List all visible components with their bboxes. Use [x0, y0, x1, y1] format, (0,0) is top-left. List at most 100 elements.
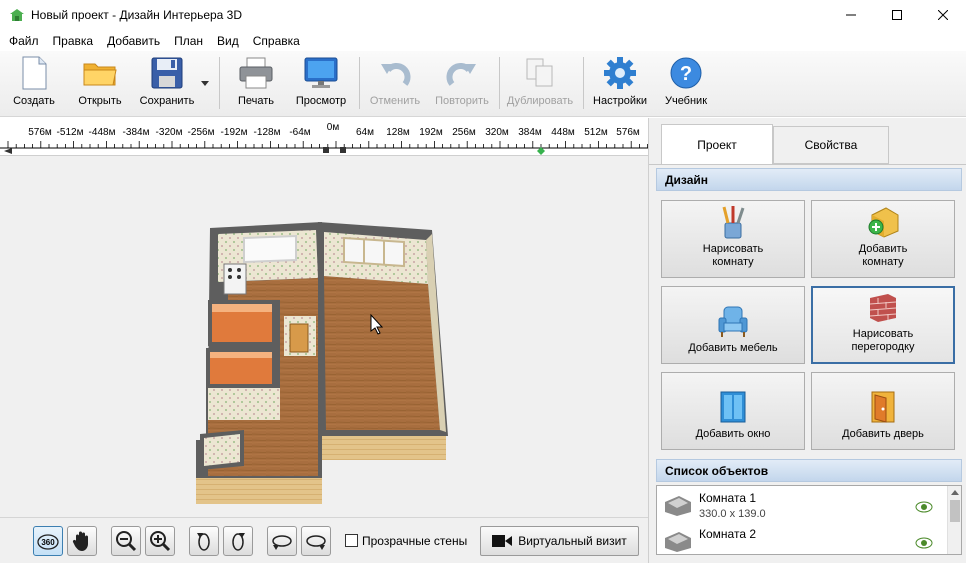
draw-partition-button[interactable]: Нарисовать перегородку: [811, 286, 955, 364]
ruler-label: -256м: [187, 127, 215, 138]
ruler-label: 576м: [616, 127, 640, 138]
undo-button[interactable]: Отменить: [366, 55, 424, 113]
rotate-360-button[interactable]: 360: [33, 526, 63, 556]
menu-edit[interactable]: Правка: [46, 34, 101, 48]
list-item[interactable]: Комната 1 330.0 x 139.0: [657, 486, 947, 526]
duplicate-label: Дублировать: [506, 95, 574, 107]
create-button[interactable]: Создать: [8, 55, 60, 113]
transparent-walls-checkbox[interactable]: [345, 534, 358, 547]
chevron-down-icon: [201, 81, 209, 86]
zoom-in-button[interactable]: [145, 526, 175, 556]
close-icon: [938, 10, 948, 20]
ruler-label: 256м: [452, 127, 476, 138]
zoom-out-button[interactable]: [111, 526, 141, 556]
ruler-label: 128м: [386, 127, 410, 138]
object-size: 330.0 x 139.0: [699, 508, 766, 520]
ruler-label: -192м: [220, 127, 248, 138]
tab-properties-label: Свойства: [804, 138, 858, 152]
tilt-down-icon: [306, 535, 326, 550]
tutorial-button[interactable]: ? Учебник: [660, 55, 712, 113]
menu-plan[interactable]: План: [167, 34, 210, 48]
minimize-button[interactable]: [828, 0, 874, 30]
menu-add[interactable]: Добавить: [100, 34, 167, 48]
scroll-up-icon[interactable]: [949, 488, 961, 498]
ruler-label: 192м: [419, 127, 443, 138]
redo-label: Повторить: [435, 95, 489, 107]
room-icon: [665, 496, 691, 516]
tab-divider: [649, 164, 966, 165]
ruler-label: 512м: [584, 127, 608, 138]
ruler-label: 320м: [485, 127, 509, 138]
open-button[interactable]: Открыть: [72, 55, 128, 113]
menu-file[interactable]: Файл: [2, 34, 46, 48]
object-name: Комната 2: [699, 527, 756, 541]
list-scrollbar[interactable]: [947, 486, 961, 554]
virtual-visit-label: Виртуальный визит: [518, 534, 627, 548]
ruler-label: -128м: [253, 127, 281, 138]
apartment-3d-model[interactable]: [0, 156, 648, 517]
rotate-left-button[interactable]: [189, 526, 219, 556]
scroll-thumb[interactable]: [950, 500, 960, 522]
tab-project[interactable]: Проект: [661, 124, 773, 165]
ruler-label: -64м: [289, 127, 311, 138]
add-room-label: Добавить комнату: [858, 243, 908, 268]
pan-button[interactable]: [67, 526, 97, 556]
room-icon: [665, 532, 691, 552]
menu-view[interactable]: Вид: [210, 34, 246, 48]
virtual-visit-button[interactable]: Виртуальный визит: [480, 526, 639, 556]
rotate-360-icon: 360: [37, 534, 59, 550]
redo-button[interactable]: Повторить: [432, 55, 492, 113]
pencils-cup-icon: [722, 206, 745, 239]
print-button[interactable]: Печать: [230, 55, 282, 113]
save-dropdown-button[interactable]: [198, 55, 212, 113]
open-label: Открыть: [78, 95, 122, 107]
gear-icon: [604, 57, 636, 89]
add-furniture-button[interactable]: Добавить мебель: [661, 286, 805, 364]
tilt-up-icon: [272, 535, 292, 550]
eye-icon[interactable]: [915, 537, 933, 549]
menu-bar: Файл Правка Добавить План Вид Справка: [0, 30, 966, 51]
draw-room-button[interactable]: Нарисовать комнату: [661, 200, 805, 278]
add-door-label: Добавить дверь: [842, 428, 924, 440]
save-button[interactable]: Сохранить: [136, 55, 198, 113]
add-window-button[interactable]: Добавить окно: [661, 372, 805, 450]
draw-room-label: Нарисовать комнату: [702, 243, 764, 268]
eye-icon[interactable]: [915, 501, 933, 513]
tilt-down-button[interactable]: [301, 526, 331, 556]
toolbar-separator: [583, 57, 584, 109]
close-button[interactable]: [920, 0, 966, 30]
add-door-button[interactable]: Добавить дверь: [811, 372, 955, 450]
menu-help[interactable]: Справка: [246, 34, 307, 48]
tab-project-label: Проект: [697, 138, 737, 152]
window-icon: [720, 391, 746, 423]
add-room-button[interactable]: Добавить комнату: [811, 200, 955, 278]
zoom-out-icon: [116, 531, 137, 552]
redo-icon: [446, 63, 476, 86]
svg-text:?: ?: [680, 63, 692, 85]
duplicate-button[interactable]: Дублировать: [504, 55, 576, 113]
help-icon: ?: [670, 57, 702, 89]
list-item[interactable]: Комната 2: [657, 526, 947, 554]
transparent-walls-label[interactable]: Прозрачные стены: [362, 534, 467, 548]
rotate-right-button[interactable]: [223, 526, 253, 556]
tilt-up-button[interactable]: [267, 526, 297, 556]
ruler-label: 64м: [356, 127, 374, 138]
objects-list[interactable]: Комната 1 330.0 x 139.0 Комната 2: [656, 485, 962, 555]
print-label: Печать: [237, 95, 275, 107]
undo-icon: [381, 63, 411, 86]
rotate-left-icon: [197, 533, 210, 551]
settings-button[interactable]: Настройки: [590, 55, 650, 113]
tab-properties[interactable]: Свойства: [773, 126, 889, 164]
design-header-label: Дизайн: [665, 172, 709, 187]
ruler-label: -320м: [155, 127, 183, 138]
settings-label: Настройки: [593, 95, 647, 107]
3d-viewport[interactable]: [0, 156, 648, 517]
new-document-icon: [22, 56, 47, 90]
toolbar: Создать Открыть Сохранить Печать Просмот…: [0, 51, 966, 117]
minimize-icon: [846, 14, 856, 16]
objects-header-label: Список объектов: [665, 463, 769, 478]
door-icon: [871, 391, 895, 423]
maximize-button[interactable]: [874, 0, 920, 30]
preview-button[interactable]: Просмотр: [292, 55, 350, 113]
horizontal-ruler[interactable]: 576м -512м -448м -384м -320м -256м -192м…: [0, 118, 648, 156]
